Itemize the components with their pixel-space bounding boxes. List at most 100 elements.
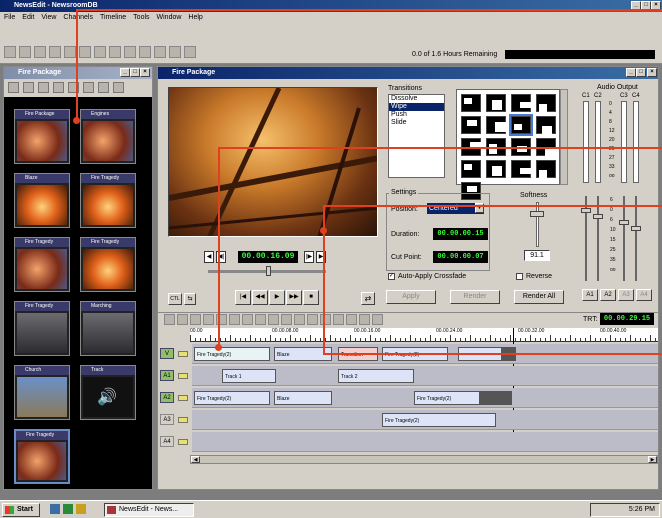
- track-lane[interactable]: Fire Tragedy(2) Blaze Fire Tragedy(2): [192, 388, 658, 408]
- transition-option[interactable]: Slide: [389, 119, 444, 127]
- ripple-icon[interactable]: [255, 314, 266, 325]
- track-label[interactable]: A1: [160, 370, 174, 381]
- transition-option[interactable]: Push: [389, 111, 444, 119]
- transitions-list[interactable]: Dissolve Wipe Push Slide: [388, 94, 445, 178]
- slip-icon[interactable]: [268, 314, 279, 325]
- list-view-icon[interactable]: [38, 82, 49, 93]
- menu-file[interactable]: File: [4, 12, 15, 23]
- bin-clip[interactable]: Track 🔊: [80, 365, 136, 420]
- menu-channels[interactable]: Channels: [63, 12, 93, 23]
- delete-icon[interactable]: [229, 314, 240, 325]
- softness-value[interactable]: 91.1: [524, 250, 550, 261]
- audio-channel-button[interactable]: A4: [636, 289, 652, 301]
- trim-icon[interactable]: [190, 314, 201, 325]
- mark-out-button[interactable]: |▶: [304, 251, 314, 263]
- track-lock-icon[interactable]: [178, 351, 188, 357]
- track-lane[interactable]: [192, 432, 658, 452]
- grid-icon[interactable]: [113, 82, 124, 93]
- menu-tools[interactable]: Tools: [133, 12, 149, 23]
- wipe-pattern[interactable]: [511, 160, 532, 178]
- marker2-icon[interactable]: [372, 314, 383, 325]
- desktop-icon[interactable]: [50, 504, 60, 514]
- timeline-clip[interactable]: [480, 391, 512, 405]
- bin-minimize-button[interactable]: _: [120, 68, 130, 77]
- track-header[interactable]: V: [158, 344, 192, 364]
- pointer-icon[interactable]: [177, 314, 188, 325]
- stop-button[interactable]: ■: [303, 290, 319, 305]
- marker-icon[interactable]: [294, 314, 305, 325]
- track-label[interactable]: V: [160, 348, 174, 359]
- audio-channel-button[interactable]: A2: [600, 289, 616, 301]
- wipe-scrollbar[interactable]: [560, 89, 568, 185]
- reverse-checkbox[interactable]: [516, 273, 523, 280]
- auto-crossfade-checkbox[interactable]: ✓: [388, 273, 395, 280]
- tools-icon[interactable]: [154, 46, 166, 58]
- snap-icon[interactable]: [359, 314, 370, 325]
- track-label[interactable]: A2: [160, 392, 174, 403]
- details-view-icon[interactable]: [8, 82, 19, 93]
- editor-maximize-button[interactable]: □: [636, 68, 646, 77]
- new-icon[interactable]: [4, 46, 16, 58]
- timeline-clip[interactable]: Fire Tragedy(2): [194, 347, 270, 361]
- large-icons-icon[interactable]: [83, 82, 94, 93]
- copy-icon[interactable]: [64, 46, 76, 58]
- ctl-button[interactable]: CTL: [168, 293, 182, 305]
- track-header[interactable]: A1: [158, 366, 192, 386]
- menu-window[interactable]: Window: [157, 12, 182, 23]
- duration-field[interactable]: 00.00.00.15: [433, 228, 488, 240]
- mail-icon[interactable]: [76, 504, 86, 514]
- apply-button[interactable]: Apply: [386, 290, 436, 304]
- video-preview[interactable]: [168, 87, 378, 237]
- menu-help[interactable]: Help: [188, 12, 202, 23]
- shuttle-handle[interactable]: [266, 266, 271, 276]
- audio-channel-button[interactable]: A1: [582, 289, 598, 301]
- undo-icon[interactable]: [94, 46, 106, 58]
- menu-timeline[interactable]: Timeline: [100, 12, 126, 23]
- redo-icon[interactable]: [346, 314, 357, 325]
- editor-close-button[interactable]: ×: [647, 68, 657, 77]
- track-header[interactable]: A4: [158, 432, 192, 452]
- menu-edit[interactable]: Edit: [22, 12, 34, 23]
- softness-handle[interactable]: [530, 211, 544, 217]
- fader-handle[interactable]: [631, 226, 641, 231]
- wipe-pattern[interactable]: [536, 160, 556, 180]
- render-button[interactable]: Render: [450, 290, 500, 304]
- zoom-out-icon[interactable]: [320, 314, 331, 325]
- fader-handle[interactable]: [593, 214, 603, 219]
- bin-clip[interactable]: Fire Tragedy: [14, 429, 70, 484]
- wipe-pattern[interactable]: [461, 94, 481, 112]
- track-lock-icon[interactable]: [178, 373, 188, 379]
- folder-icon[interactable]: [98, 82, 109, 93]
- thumb-view-icon[interactable]: [53, 82, 64, 93]
- track-lock-icon[interactable]: [178, 395, 188, 401]
- fader-track[interactable]: [597, 196, 599, 281]
- menu-view[interactable]: View: [41, 12, 56, 23]
- track-lane[interactable]: Fire Tragedy(2): [192, 410, 658, 430]
- track-lock-icon[interactable]: [178, 439, 188, 445]
- wipe-pattern[interactable]: [486, 94, 506, 112]
- wipe-pattern[interactable]: [509, 114, 533, 136]
- scroll-left-button[interactable]: ◀: [191, 456, 200, 463]
- wipe-pattern[interactable]: [511, 94, 532, 112]
- zoom-icon[interactable]: [184, 46, 196, 58]
- bin-clip[interactable]: Blaze: [14, 173, 70, 228]
- search-icon[interactable]: [23, 82, 34, 93]
- paste-icon[interactable]: [79, 46, 91, 58]
- prev-frame-button[interactable]: ◀: [204, 251, 214, 263]
- bin-clip[interactable]: Fire Tragedy: [80, 173, 136, 228]
- go-to-start-button[interactable]: |◀: [235, 290, 251, 305]
- wipe-pattern[interactable]: [486, 160, 506, 178]
- bin-clip[interactable]: Fire Package: [14, 109, 70, 164]
- timeline-clip[interactable]: Blaze: [274, 391, 332, 405]
- save-icon[interactable]: [164, 314, 175, 325]
- loop-button[interactable]: ⇄: [361, 292, 375, 305]
- fader-handle[interactable]: [619, 220, 629, 225]
- cutpoint-field[interactable]: 00.00.00.07: [433, 251, 488, 263]
- wipe-pattern[interactable]: [486, 116, 507, 134]
- bin-clip[interactable]: Fire Tragedy: [14, 301, 70, 356]
- film-icon[interactable]: [139, 46, 151, 58]
- wipe-pattern[interactable]: [536, 94, 556, 114]
- cut-icon[interactable]: [49, 46, 61, 58]
- play-button[interactable]: ▶: [269, 290, 285, 305]
- timeline-clip[interactable]: Track 2: [338, 369, 414, 383]
